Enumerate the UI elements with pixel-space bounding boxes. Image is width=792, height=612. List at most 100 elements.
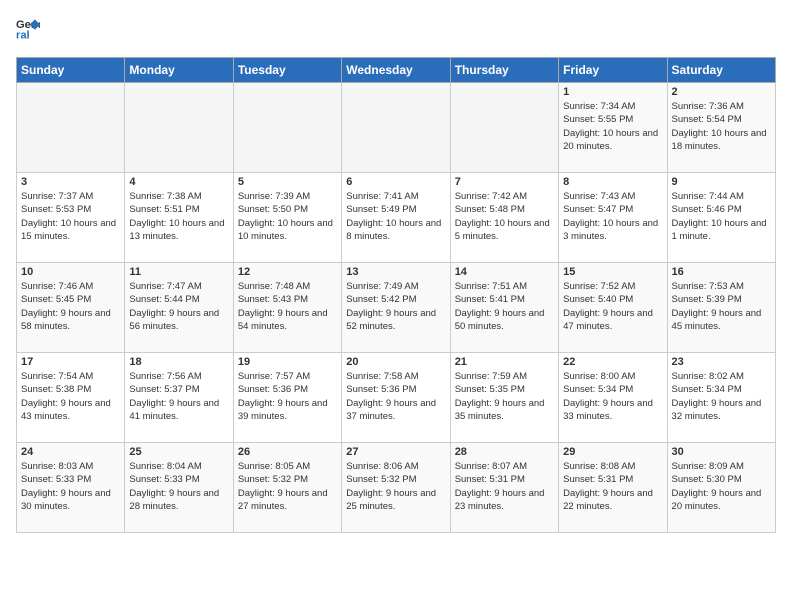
calendar-cell: 14 Sunrise: 7:51 AMSunset: 5:41 PMDayligh…: [450, 263, 558, 353]
weekday-header-monday: Monday: [125, 58, 233, 83]
day-number: 6: [346, 176, 445, 188]
day-info: Sunrise: 8:07 AMSunset: 5:31 PMDaylight:…: [455, 460, 554, 513]
day-info: Sunrise: 7:58 AMSunset: 5:36 PMDaylight:…: [346, 370, 445, 423]
calendar-cell: 5 Sunrise: 7:39 AMSunset: 5:50 PMDaylight…: [233, 173, 341, 263]
calendar-cell: 13Sunrise: 7:49 AMSunset: 5:42 PMDayligh…: [342, 263, 450, 353]
calendar-cell: 12Sunrise: 7:48 AMSunset: 5:43 PMDayligh…: [233, 263, 341, 353]
day-info: Sunrise: 7:38 AMSunset: 5:51 PMDaylight:…: [129, 190, 228, 243]
day-number: 24: [21, 446, 120, 458]
day-info: Sunrise: 7:51 AMSunset: 5:41 PMDaylight:…: [455, 280, 554, 333]
day-info: Sunrise: 7:42 AMSunset: 5:48 PMDaylight:…: [455, 190, 554, 243]
day-number: 29: [563, 446, 662, 458]
svg-text:ral: ral: [16, 29, 30, 40]
day-number: 16: [672, 266, 771, 278]
weekday-header-thursday: Thursday: [450, 58, 558, 83]
day-number: 8: [563, 176, 662, 188]
day-info: Sunrise: 8:09 AMSunset: 5:30 PMDaylight:…: [672, 460, 771, 513]
day-info: Sunrise: 7:46 AMSunset: 5:45 PMDaylight:…: [21, 280, 120, 333]
day-info: Sunrise: 7:54 AMSunset: 5:38 PMDaylight:…: [21, 370, 120, 423]
calendar-cell: 18Sunrise: 7:56 AMSunset: 5:37 PMDayligh…: [125, 353, 233, 443]
weekday-header-tuesday: Tuesday: [233, 58, 341, 83]
day-number: 20: [346, 356, 445, 368]
calendar-cell: 3 Sunrise: 7:37 AMSunset: 5:53 PMDaylight…: [17, 173, 125, 263]
day-info: Sunrise: 7:36 AMSunset: 5:54 PMDaylight:…: [672, 100, 771, 153]
calendar-cell: [450, 83, 558, 173]
day-number: 9: [672, 176, 771, 188]
calendar-week-4: 17 Sunrise: 7:54 AMSunset: 5:38 PMDayligh…: [17, 353, 776, 443]
day-number: 3: [21, 176, 120, 188]
logo-icon: Gene ral: [16, 16, 40, 40]
calendar-cell: 20 Sunrise: 7:58 AMSunset: 5:36 PMDayligh…: [342, 353, 450, 443]
calendar-cell: 24 Sunrise: 8:03 AMSunset: 5:33 PMDayligh…: [17, 443, 125, 533]
day-info: Sunrise: 7:34 AMSunset: 5:55 PMDaylight:…: [563, 100, 662, 153]
day-number: 15: [563, 266, 662, 278]
calendar-cell: 22 Sunrise: 8:00 AMSunset: 5:34 PMDayligh…: [559, 353, 667, 443]
calendar-cell: 26Sunrise: 8:05 AMSunset: 5:32 PMDayligh…: [233, 443, 341, 533]
calendar-cell: 17 Sunrise: 7:54 AMSunset: 5:38 PMDayligh…: [17, 353, 125, 443]
day-number: 1: [563, 86, 662, 98]
day-number: 17: [21, 356, 120, 368]
calendar-week-5: 24 Sunrise: 8:03 AMSunset: 5:33 PMDayligh…: [17, 443, 776, 533]
day-info: Sunrise: 8:05 AMSunset: 5:32 PMDaylight:…: [238, 460, 337, 513]
day-info: Sunrise: 7:43 AMSunset: 5:47 PMDaylight:…: [563, 190, 662, 243]
calendar-week-2: 3 Sunrise: 7:37 AMSunset: 5:53 PMDaylight…: [17, 173, 776, 263]
day-info: Sunrise: 7:47 AMSunset: 5:44 PMDaylight:…: [129, 280, 228, 333]
day-number: 27: [346, 446, 445, 458]
day-number: 5: [238, 176, 337, 188]
calendar-cell: 30 Sunrise: 8:09 AMSunset: 5:30 PMDayligh…: [667, 443, 775, 533]
page-header: Gene ral: [16, 16, 776, 45]
day-info: Sunrise: 8:04 AMSunset: 5:33 PMDaylight:…: [129, 460, 228, 513]
day-number: 30: [672, 446, 771, 458]
day-number: 7: [455, 176, 554, 188]
day-info: Sunrise: 7:53 AMSunset: 5:39 PMDaylight:…: [672, 280, 771, 333]
logo: Gene ral: [16, 16, 42, 45]
weekday-header-saturday: Saturday: [667, 58, 775, 83]
calendar-cell: 21Sunrise: 7:59 AMSunset: 5:35 PMDayligh…: [450, 353, 558, 443]
calendar-cell: 9 Sunrise: 7:44 AMSunset: 5:46 PMDaylight…: [667, 173, 775, 263]
calendar-cell: 23Sunrise: 8:02 AMSunset: 5:34 PMDayligh…: [667, 353, 775, 443]
calendar-cell: 8 Sunrise: 7:43 AMSunset: 5:47 PMDaylight…: [559, 173, 667, 263]
calendar-cell: 7 Sunrise: 7:42 AMSunset: 5:48 PMDaylight…: [450, 173, 558, 263]
calendar-cell: 10 Sunrise: 7:46 AMSunset: 5:45 PMDayligh…: [17, 263, 125, 353]
day-info: Sunrise: 8:00 AMSunset: 5:34 PMDaylight:…: [563, 370, 662, 423]
day-number: 2: [672, 86, 771, 98]
day-number: 19: [238, 356, 337, 368]
weekday-header-wednesday: Wednesday: [342, 58, 450, 83]
calendar-cell: [342, 83, 450, 173]
calendar-cell: 19Sunrise: 7:57 AMSunset: 5:36 PMDayligh…: [233, 353, 341, 443]
weekday-header-row: SundayMondayTuesdayWednesdayThursdayFrid…: [17, 58, 776, 83]
calendar-week-1: 1 Sunrise: 7:34 AMSunset: 5:55 PMDaylight…: [17, 83, 776, 173]
calendar-cell: 6 Sunrise: 7:41 AMSunset: 5:49 PMDaylight…: [342, 173, 450, 263]
calendar-cell: [233, 83, 341, 173]
day-number: 21: [455, 356, 554, 368]
calendar-cell: 27 Sunrise: 8:06 AMSunset: 5:32 PMDayligh…: [342, 443, 450, 533]
day-number: 28: [455, 446, 554, 458]
day-info: Sunrise: 7:41 AMSunset: 5:49 PMDaylight:…: [346, 190, 445, 243]
day-info: Sunrise: 7:37 AMSunset: 5:53 PMDaylight:…: [21, 190, 120, 243]
day-info: Sunrise: 8:06 AMSunset: 5:32 PMDaylight:…: [346, 460, 445, 513]
day-number: 25: [129, 446, 228, 458]
calendar-cell: 15 Sunrise: 7:52 AMSunset: 5:40 PMDayligh…: [559, 263, 667, 353]
day-info: Sunrise: 7:39 AMSunset: 5:50 PMDaylight:…: [238, 190, 337, 243]
calendar-cell: [17, 83, 125, 173]
day-info: Sunrise: 8:02 AMSunset: 5:34 PMDaylight:…: [672, 370, 771, 423]
day-number: 10: [21, 266, 120, 278]
calendar-cell: 2 Sunrise: 7:36 AMSunset: 5:54 PMDaylight…: [667, 83, 775, 173]
day-info: Sunrise: 8:03 AMSunset: 5:33 PMDaylight:…: [21, 460, 120, 513]
calendar-cell: 16 Sunrise: 7:53 AMSunset: 5:39 PMDayligh…: [667, 263, 775, 353]
day-info: Sunrise: 7:44 AMSunset: 5:46 PMDaylight:…: [672, 190, 771, 243]
day-number: 22: [563, 356, 662, 368]
calendar-cell: 4Sunrise: 7:38 AMSunset: 5:51 PMDaylight…: [125, 173, 233, 263]
day-info: Sunrise: 7:52 AMSunset: 5:40 PMDaylight:…: [563, 280, 662, 333]
calendar-cell: 28 Sunrise: 8:07 AMSunset: 5:31 PMDayligh…: [450, 443, 558, 533]
calendar-week-3: 10 Sunrise: 7:46 AMSunset: 5:45 PMDayligh…: [17, 263, 776, 353]
weekday-header-sunday: Sunday: [17, 58, 125, 83]
calendar-table: SundayMondayTuesdayWednesdayThursdayFrid…: [16, 57, 776, 533]
day-number: 14: [455, 266, 554, 278]
calendar-cell: 25 Sunrise: 8:04 AMSunset: 5:33 PMDayligh…: [125, 443, 233, 533]
weekday-header-friday: Friday: [559, 58, 667, 83]
day-info: Sunrise: 7:56 AMSunset: 5:37 PMDaylight:…: [129, 370, 228, 423]
calendar-cell: 29Sunrise: 8:08 AMSunset: 5:31 PMDayligh…: [559, 443, 667, 533]
day-number: 11: [129, 266, 228, 278]
day-info: Sunrise: 7:49 AMSunset: 5:42 PMDaylight:…: [346, 280, 445, 333]
